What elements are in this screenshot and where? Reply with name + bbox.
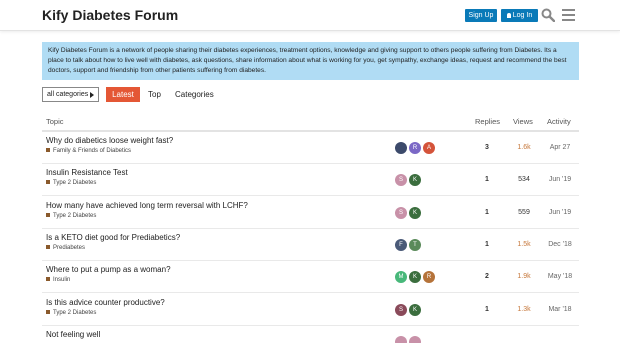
site-title[interactable]: Kify Diabetes Forum [42,7,178,23]
topic-category-badge[interactable]: Insulin [46,277,70,283]
topic-list-header: Topic Replies Views Activity [42,112,579,132]
topic-category-badge[interactable]: Type 2 Diabetes [46,180,96,186]
topic-activity-date[interactable]: Jun '19 [540,209,580,216]
category-dropdown[interactable]: all categories [42,87,99,102]
topic-category-badge[interactable]: Type 2 Diabetes [46,212,97,219]
topic-title-link[interactable]: Why do diabetics loose weight fast? [46,136,173,145]
topic-replies-count[interactable]: 3 [476,144,498,151]
search-icon[interactable] [541,8,555,22]
poster-avatar[interactable]: T [409,238,421,251]
login-button[interactable]: Log In [501,9,538,22]
topic-views-count: 1.6k [517,144,531,151]
poster-avatar[interactable]: K [409,303,421,316]
tab-top[interactable]: Top [148,87,161,102]
topic-row[interactable]: Where to put a pump as a woman? Insulin M K… [42,261,580,294]
topic-row[interactable]: Is a KETO diet good for Prediabetics? Pre… [42,229,579,261]
topic-views-count: 1.9k [517,273,531,281]
poster-avatar[interactable]: K [409,206,421,219]
topic-title-link[interactable]: Not feeling well [46,330,100,339]
column-topic[interactable]: Topic [46,117,64,126]
poster-avatar[interactable]: S [395,206,407,219]
topic-category-badge[interactable]: Type 2 Diabetes [46,309,97,316]
topic-replies-count[interactable]: 1 [476,209,498,216]
poster-avatar[interactable]: R [423,271,435,284]
topic-activity-date[interactable]: Dec '18 [540,241,580,248]
category-color-swatch [46,244,50,249]
topic-views-count: 559 [518,208,530,216]
topic-title-link[interactable]: How many have achieved long term reversa… [46,201,248,210]
topic-category-label: Type 2 Diabetes [53,212,97,219]
tab-latest[interactable]: Latest [106,87,140,102]
signup-button[interactable]: Sign Up [465,9,497,22]
poster-avatar[interactable]: S [395,174,407,187]
hamburger-menu-icon[interactable] [562,9,575,21]
topic-replies-count[interactable]: 1 [476,176,498,183]
caret-right-icon [90,92,94,98]
topic-row[interactable]: Is this advice counter productive? Type 2… [42,294,579,326]
topic-activity-date[interactable]: Mar '18 [540,306,580,313]
category-color-swatch [46,309,50,314]
welcome-banner: Kify Diabetes Forum is a network of peop… [42,42,579,80]
topic-activity-date[interactable]: May '18 [540,273,580,280]
poster-avatar[interactable]: K [409,174,421,187]
user-icon [506,13,511,18]
topic-title-link[interactable]: Is this advice counter productive? [46,298,165,307]
site-header: Kify Diabetes Forum Sign Up Log In [0,0,620,31]
poster-avatar[interactable]: K [409,271,421,284]
column-views[interactable]: Views [513,117,533,126]
topic-activity-date[interactable]: Apr 27 [540,144,580,151]
topic-category-label: Type 2 Diabetes [53,309,97,316]
topic-row[interactable]: Not feeling well [42,326,579,343]
category-color-swatch [46,212,50,217]
topic-category-badge[interactable]: Family & Friends of Diabetics [46,148,131,154]
topic-row[interactable]: Insulin Resistance Test Type 2 Diabetes S K… [42,164,580,197]
poster-avatar[interactable]: R [409,142,421,154]
login-label: Log In [512,12,533,19]
topic-views-count: 534 [518,176,530,184]
category-dropdown-label: all categories [47,91,89,98]
topic-replies-count[interactable]: 2 [476,273,498,280]
topic-row[interactable]: Why do diabetics loose weight fast? Famil… [42,132,579,164]
topic-views-count: 1.5k [517,240,531,248]
topic-activity-date[interactable]: Jun '19 [540,176,580,183]
category-color-swatch [46,277,50,282]
poster-avatar[interactable]: A [423,142,435,154]
topic-replies-count[interactable]: 1 [476,306,498,313]
topic-category-label: Type 2 Diabetes [53,180,97,187]
poster-avatar[interactable]: F [395,238,407,251]
topic-category-badge[interactable]: Prediabetes [46,244,86,251]
topic-title-link[interactable]: Insulin Resistance Test [46,168,128,177]
poster-avatar[interactable] [395,335,407,343]
poster-avatar[interactable] [409,335,421,343]
topic-category-label: Family & Friends of Diabetics [53,148,132,154]
tab-categories[interactable]: Categories [175,87,214,102]
poster-avatar[interactable] [395,142,407,154]
topic-replies-count[interactable]: 1 [476,241,498,248]
topic-views-count: 1.3k [517,305,531,313]
category-color-swatch [46,180,50,185]
topic-category-label: Insulin [53,277,71,284]
poster-avatar[interactable]: M [395,271,407,284]
category-color-swatch [46,148,50,152]
poster-avatar[interactable]: S [395,303,407,316]
topic-title-link[interactable]: Is a KETO diet good for Prediabetics? [46,233,180,242]
topic-title-link[interactable]: Where to put a pump as a woman? [46,265,171,274]
column-activity[interactable]: Activity [547,117,571,126]
topic-row[interactable]: How many have achieved long term reversa… [42,197,579,229]
column-replies[interactable]: Replies [475,117,500,126]
topic-category-label: Prediabetes [53,244,86,251]
